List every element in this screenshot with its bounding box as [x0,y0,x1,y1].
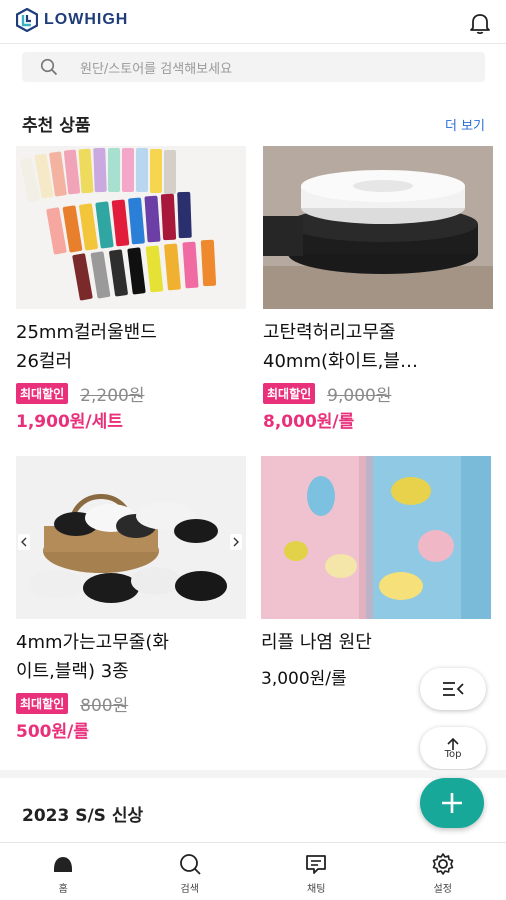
home-icon [54,857,73,872]
search-icon [40,58,58,76]
nav-label: 채팅 [307,884,326,895]
sale-price: 3,000원/롤 [261,669,347,689]
section-title-new: 2023 S/S 신상 [22,806,144,826]
nav-item-search[interactable]: 검색 [127,843,254,900]
discount-row: 최대할인 2,200원 [16,381,144,406]
nav-label: 설정 [433,884,452,895]
product-image [16,456,246,619]
brand-name: LOWHIGH [44,11,129,28]
nav-item-settings[interactable]: 설정 [380,843,506,900]
nav-item-chat[interactable]: 채팅 [253,843,380,900]
bottom-navigation: 홈 검색 채팅 설정 [0,842,506,900]
section-divider [0,770,506,778]
plus-icon [442,793,462,813]
sale-price: 8,000원/롤 [263,412,355,432]
section-title-recommended: 추천 상품 [22,116,91,136]
discount-row: 최대할인 9,000원 [263,381,391,406]
product-name: 리플 나염 원단 [261,632,372,653]
discount-badge: 최대할인 [16,693,69,714]
nav-item-home[interactable]: 홈 [0,843,127,900]
product-image [263,146,493,309]
sale-price: 500원/롤 [16,722,89,742]
product-card[interactable]: 고탄력허리고무줄 40mm(화이트,블… 최대할인 9,000원 8,000원/… [263,146,493,436]
discount-badge: 최대할인 [16,383,69,404]
product-card[interactable]: 4mm가는고무줄(화 이트,블랙) 3종 최대할인 800원 500원/롤 [16,456,246,746]
original-price: 800원 [80,696,129,716]
list-toggle-button[interactable] [420,668,486,710]
more-link[interactable]: 더 보기 [445,115,485,134]
product-image [261,456,491,619]
lowhigh-logo-icon [16,8,38,32]
search-placeholder: 원단/스토어를 검색해보세요 [80,61,233,77]
top-label: Top [444,748,462,760]
nav-label: 검색 [180,884,199,895]
product-name: 4mm가는고무줄(화 이트,블랙) 3종 [16,632,169,682]
add-button[interactable] [420,778,484,828]
product-card[interactable]: 25mm컬러울밴드 26컬러 최대할인 2,200원 1,900원/세트 [16,146,246,436]
search-bar[interactable]: 원단/스토어를 검색해보세요 [22,52,485,82]
gear-icon [432,853,454,875]
bell-icon[interactable] [466,9,494,37]
original-price: 9,000원 [327,386,392,406]
chat-icon [306,855,327,874]
original-price: 2,200원 [80,386,145,406]
collapse-list-icon [443,682,464,696]
sale-price: 1,900원/세트 [16,412,123,432]
product-name: 고탄력허리고무줄 40mm(화이트,블… [263,322,418,372]
product-image [16,146,246,309]
app-header: LOWHIGH [0,0,506,44]
discount-badge: 최대할인 [263,383,316,404]
brand-logo[interactable]: LOWHIGH [16,8,128,32]
discount-row: 최대할인 800원 [16,691,128,716]
search-icon [179,854,201,875]
scroll-top-button[interactable]: Top [420,727,486,769]
product-card[interactable]: 리플 나염 원단 3,000원/롤 [261,456,491,696]
nav-label: 홈 [58,884,68,895]
product-name: 25mm컬러울밴드 26컬러 [16,322,157,372]
